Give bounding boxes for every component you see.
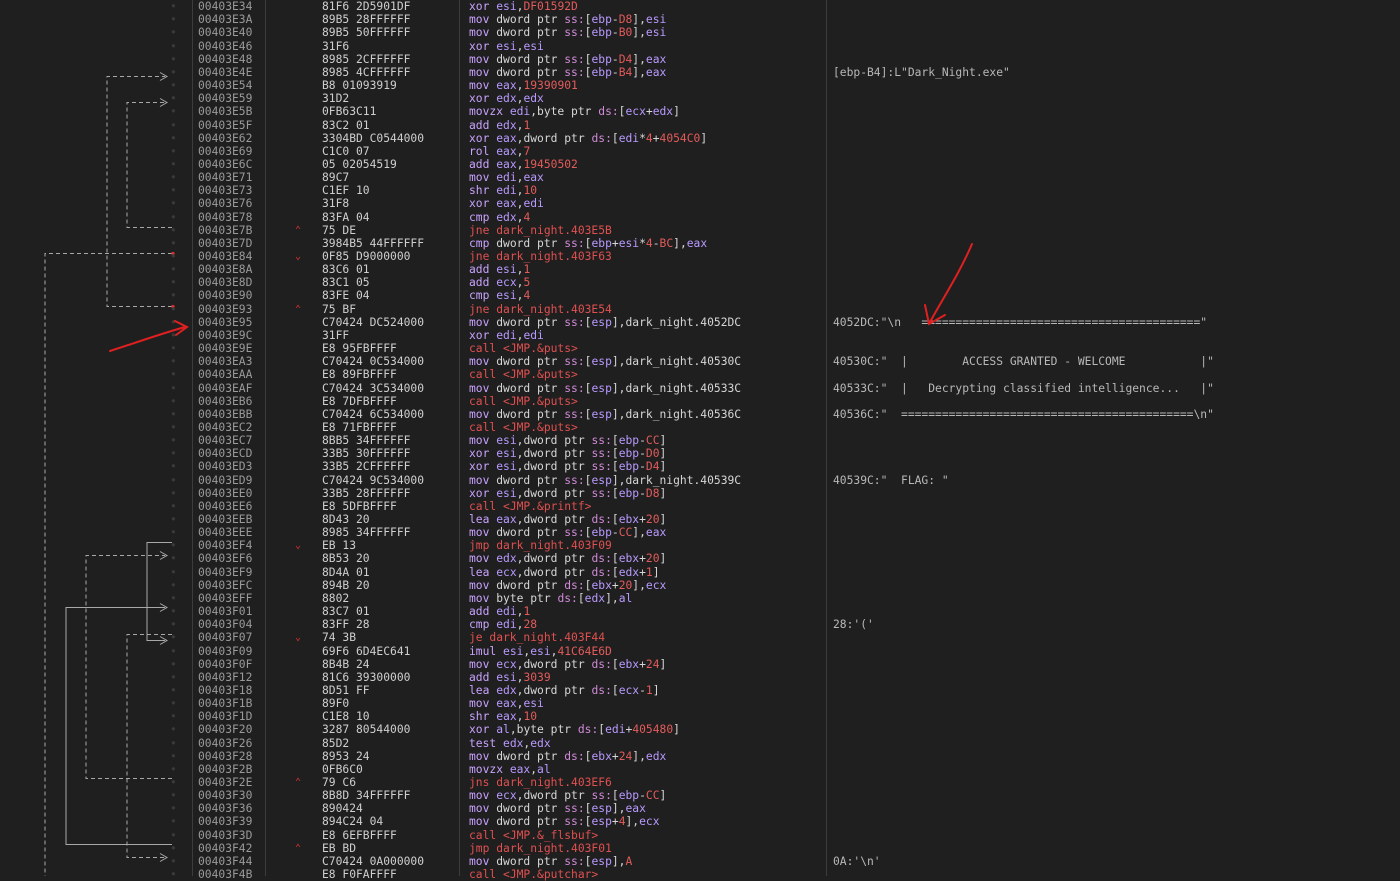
red-annotation-arrow-right xyxy=(929,243,973,323)
annotation-overlay xyxy=(109,243,973,352)
disassembly-view[interactable]: •00403E3135 DF01592Dxor eax,DF01592D•004… xyxy=(0,0,1400,881)
red-annotation-arrow-left xyxy=(109,326,186,352)
